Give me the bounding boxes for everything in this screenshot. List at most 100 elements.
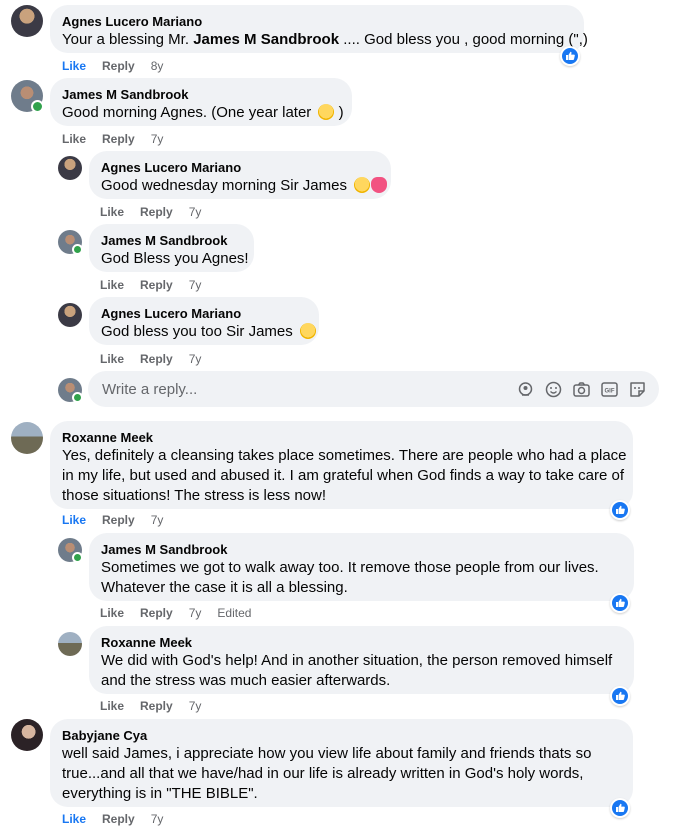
comment-actions: Like Reply 8y <box>62 58 179 74</box>
edited-label[interactable]: Edited <box>217 605 251 621</box>
thumbs-up-icon <box>616 803 625 812</box>
comment-author[interactable]: Agnes Lucero Mariano <box>101 159 379 176</box>
thumbs-up-icon <box>616 691 625 700</box>
timestamp[interactable]: 7y <box>151 131 164 147</box>
reply-input[interactable] <box>100 379 516 399</box>
comment-text-line: those situations! The stress is less now… <box>62 487 327 504</box>
comment-author[interactable]: James M Sandbrook <box>101 232 242 249</box>
sticker-icon[interactable] <box>628 380 647 399</box>
comment-text-line: well said James, i appreciate how you vi… <box>62 745 592 762</box>
comment-author[interactable]: James M Sandbrook <box>62 86 340 103</box>
comment-bubble: Roxanne Meek We did with God's help! And… <box>89 626 634 694</box>
like-button[interactable]: Like <box>100 277 124 293</box>
like-button[interactable]: Like <box>100 204 124 220</box>
emoji-icon[interactable] <box>544 380 563 399</box>
comment-text-line: Sometimes we got to walk away too. It re… <box>101 559 599 576</box>
avatar-sticker-icon[interactable] <box>516 380 535 399</box>
comment-text: God Bless you Agnes! <box>101 250 249 267</box>
timestamp[interactable]: 7y <box>189 204 202 220</box>
comment-text-line: and the stress was much easier afterward… <box>101 672 391 689</box>
avatar[interactable] <box>58 538 83 563</box>
comment-actions: Like Reply 7y <box>62 811 179 827</box>
comment-author[interactable]: Agnes Lucero Mariano <box>62 13 572 30</box>
timestamp[interactable]: 7y <box>189 351 202 367</box>
like-reaction-badge[interactable] <box>610 686 630 706</box>
comment-author[interactable]: Agnes Lucero Mariano <box>101 305 307 322</box>
avatar[interactable] <box>58 303 82 327</box>
comment-actions: Like Reply 7y <box>100 204 217 220</box>
comment-bubble: Babyjane Cya well said James, i apprecia… <box>50 719 633 807</box>
timestamp[interactable]: 7y <box>189 605 202 621</box>
comment-text-line: true...and all that we have/had in our l… <box>62 765 584 782</box>
avatar[interactable] <box>11 5 43 37</box>
avatar[interactable] <box>11 719 43 751</box>
smiley-emoji-icon <box>318 104 335 120</box>
like-reaction-badge[interactable] <box>610 798 630 818</box>
comment-bubble: Agnes Lucero Mariano Good wednesday morn… <box>89 151 391 199</box>
comment-author[interactable]: Roxanne Meek <box>101 634 622 651</box>
comment-author[interactable]: Roxanne Meek <box>62 429 621 446</box>
avatar[interactable] <box>58 230 83 255</box>
reply-button[interactable]: Reply <box>102 131 135 147</box>
comment-bubble: James M Sandbrook Sometimes we got to wa… <box>89 533 634 601</box>
kissing-heart-emoji-icon <box>299 323 316 339</box>
timestamp[interactable]: 7y <box>151 811 164 827</box>
like-button[interactable]: Like <box>62 58 86 74</box>
like-button[interactable]: Like <box>62 131 86 147</box>
reply-button[interactable]: Reply <box>140 204 173 220</box>
reply-button[interactable]: Reply <box>102 512 135 528</box>
avatar[interactable] <box>58 378 83 403</box>
camera-icon[interactable] <box>572 380 591 399</box>
comment-text: Your a blessing Mr. James M Sandbrook ..… <box>62 31 588 48</box>
online-status-indicator <box>72 392 83 403</box>
comment-text: Good morning Agnes. (One year later ) <box>62 104 344 121</box>
reply-button[interactable]: Reply <box>102 811 135 827</box>
composer-tools: GIF <box>516 380 647 399</box>
online-status-indicator <box>31 100 44 113</box>
heart-with-ribbon-emoji-icon <box>371 177 388 193</box>
comment-text-line: everything is in "THE BIBLE". <box>62 785 258 802</box>
comment-actions: Like Reply 7y <box>62 512 179 528</box>
comment-actions: Like Reply 7y <box>100 351 217 367</box>
avatar[interactable] <box>11 422 43 454</box>
comment-author[interactable]: Babyjane Cya <box>62 727 621 744</box>
reply-button[interactable]: Reply <box>140 605 173 621</box>
kissing-heart-emoji-icon <box>354 177 371 193</box>
comment-text-line: in my life, but used and abused it. I am… <box>62 467 624 484</box>
like-button[interactable]: Like <box>100 605 124 621</box>
comment-bubble: Roxanne Meek Yes, definitely a cleansing… <box>50 421 633 509</box>
reply-button[interactable]: Reply <box>140 698 173 714</box>
online-status-indicator <box>72 244 83 255</box>
comment-text-line: We did with God's help! And in another s… <box>101 652 613 669</box>
timestamp[interactable]: 7y <box>151 512 164 528</box>
comment-text-line: Whatever the case it is all a blessing. <box>101 579 348 596</box>
comment-actions: Like Reply 7y <box>62 131 179 147</box>
like-button[interactable]: Like <box>62 811 86 827</box>
comment-actions: Like Reply 7y <box>100 698 217 714</box>
reply-button[interactable]: Reply <box>140 351 173 367</box>
comment-text: God bless you too Sir James <box>101 322 316 342</box>
thumbs-up-icon <box>566 51 575 60</box>
like-reaction-badge[interactable] <box>560 46 580 66</box>
gif-icon[interactable]: GIF <box>600 380 619 399</box>
like-button[interactable]: Like <box>100 698 124 714</box>
reply-button[interactable]: Reply <box>102 58 135 74</box>
comment-text-line: Yes, definitely a cleansing takes place … <box>62 447 627 464</box>
avatar[interactable] <box>58 632 82 656</box>
timestamp[interactable]: 8y <box>151 58 164 74</box>
comment-author[interactable]: James M Sandbrook <box>101 541 622 558</box>
timestamp[interactable]: 7y <box>189 698 202 714</box>
comment-text: Good wednesday morning Sir James <box>101 176 388 196</box>
timestamp[interactable]: 7y <box>189 277 202 293</box>
comment-bubble: James M Sandbrook Good morning Agnes. (O… <box>50 78 352 126</box>
avatar[interactable] <box>11 80 44 113</box>
reply-button[interactable]: Reply <box>140 277 173 293</box>
like-reaction-badge[interactable] <box>610 500 630 520</box>
mentioned-user[interactable]: James M Sandbrook <box>193 31 339 48</box>
avatar[interactable] <box>58 156 82 180</box>
comment-bubble: Agnes Lucero Mariano Your a blessing Mr.… <box>50 5 588 53</box>
like-button[interactable]: Like <box>100 351 124 367</box>
like-button[interactable]: Like <box>62 512 86 528</box>
like-reaction-badge[interactable] <box>610 593 630 613</box>
comment-actions: Like Reply 7y Edited <box>100 605 251 621</box>
